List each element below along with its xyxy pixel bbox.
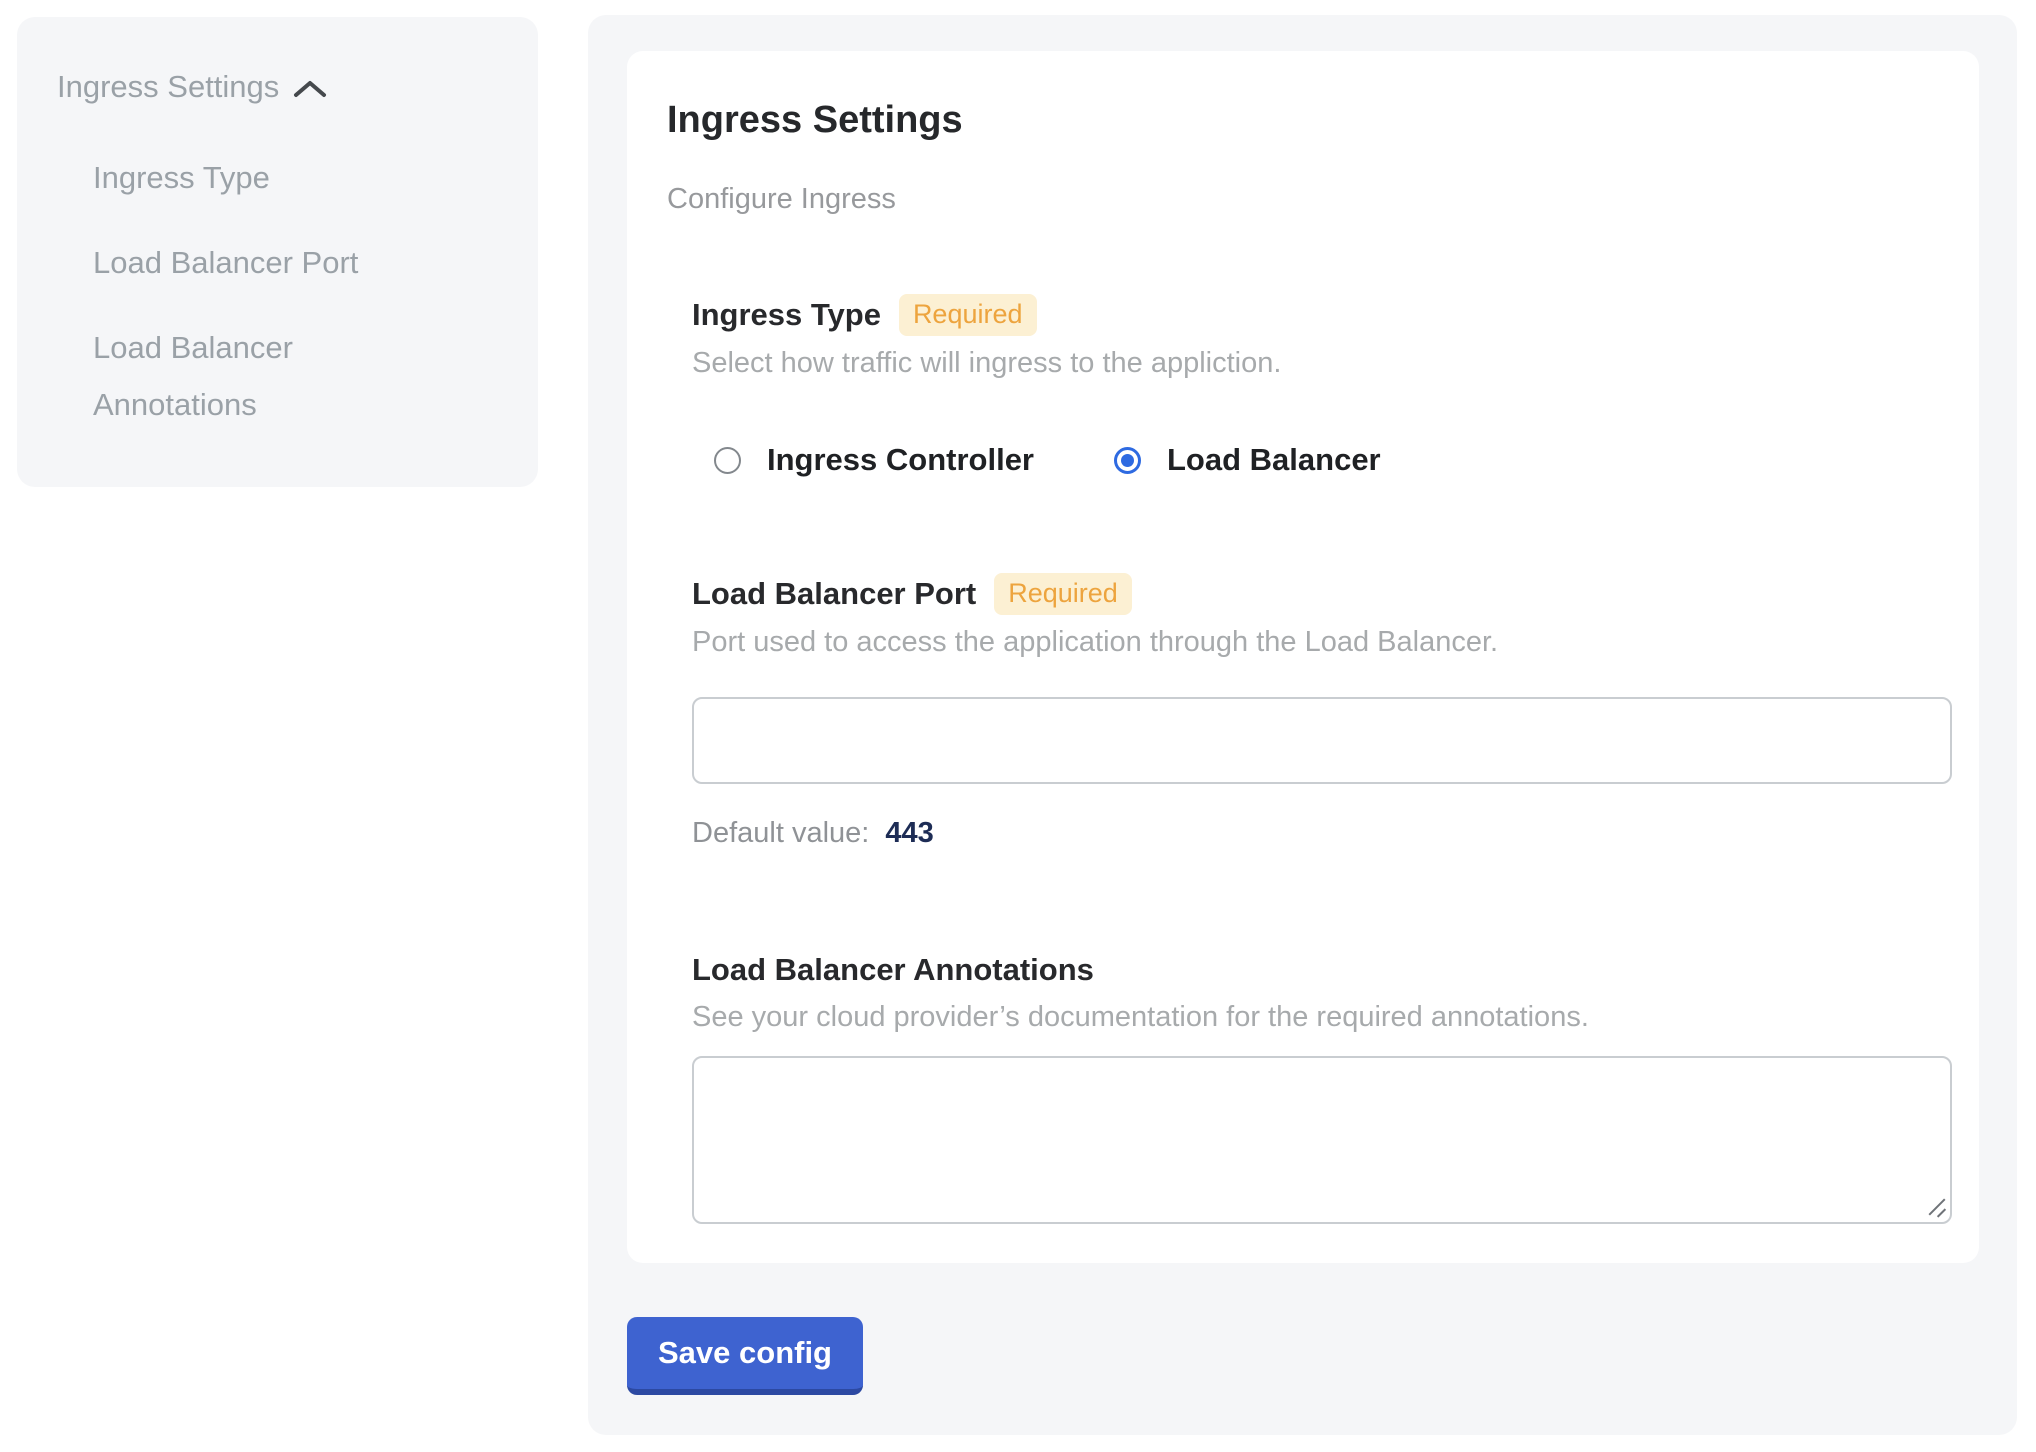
- required-badge: Required: [994, 573, 1132, 615]
- page-title: Ingress Settings: [667, 98, 1939, 142]
- section-load-balancer-port: Load Balancer Port Required Port used to…: [692, 573, 1939, 850]
- ingress-type-label: Ingress Type: [692, 295, 881, 335]
- radio-button-load-balancer[interactable]: [1114, 447, 1141, 474]
- settings-sidebar: Ingress Settings Ingress Type Load Balan…: [17, 17, 538, 487]
- save-config-button[interactable]: Save config: [627, 1317, 863, 1395]
- page: Ingress Settings Ingress Type Load Balan…: [0, 0, 2036, 1452]
- load-balancer-annotations-description: See your cloud provider’s documentation …: [692, 1000, 1939, 1034]
- load-balancer-annotations-textarea[interactable]: [692, 1056, 1952, 1224]
- sidebar-group-ingress-settings[interactable]: Ingress Settings: [57, 65, 508, 109]
- default-value-label: Default value:: [692, 817, 869, 849]
- sidebar-item-list: Ingress Type Load Balancer Port Load Bal…: [57, 149, 508, 433]
- ingress-type-options: Ingress Controller Load Balancer: [714, 442, 1939, 478]
- radio-option-load-balancer[interactable]: Load Balancer: [1114, 442, 1381, 478]
- ingress-settings-card: Ingress Settings Configure Ingress Ingre…: [627, 51, 1979, 1263]
- load-balancer-port-label: Load Balancer Port: [692, 574, 976, 614]
- radio-button-ingress-controller[interactable]: [714, 447, 741, 474]
- page-subtitle: Configure Ingress: [667, 182, 1939, 216]
- sidebar-item-ingress-type[interactable]: Ingress Type: [93, 149, 423, 206]
- radio-label-ingress-controller: Ingress Controller: [767, 442, 1034, 478]
- chevron-up-icon: [293, 79, 327, 99]
- radio-label-load-balancer: Load Balancer: [1167, 442, 1381, 478]
- annotations-textarea-wrap: [692, 1056, 1952, 1224]
- load-balancer-port-description: Port used to access the application thro…: [692, 625, 1939, 659]
- required-badge: Required: [899, 294, 1037, 336]
- radio-option-ingress-controller[interactable]: Ingress Controller: [714, 442, 1034, 478]
- main-panel: Ingress Settings Configure Ingress Ingre…: [588, 15, 2017, 1435]
- ingress-type-description: Select how traffic will ingress to the a…: [692, 346, 1939, 380]
- load-balancer-annotations-label: Load Balancer Annotations: [692, 950, 1094, 990]
- load-balancer-port-input[interactable]: [692, 697, 1952, 784]
- form-sections: Ingress Type Required Select how traffic…: [692, 294, 1939, 1224]
- default-value: 443: [885, 817, 933, 849]
- sidebar-item-load-balancer-port[interactable]: Load Balancer Port: [93, 234, 423, 291]
- section-ingress-type: Ingress Type Required Select how traffic…: [692, 294, 1939, 478]
- sidebar-item-load-balancer-annotations[interactable]: Load Balancer Annotations: [93, 319, 423, 433]
- sidebar-group-label: Ingress Settings: [57, 65, 279, 109]
- section-load-balancer-annotations: Load Balancer Annotations See your cloud…: [692, 950, 1939, 1224]
- default-value-line: Default value: 443: [692, 816, 1939, 850]
